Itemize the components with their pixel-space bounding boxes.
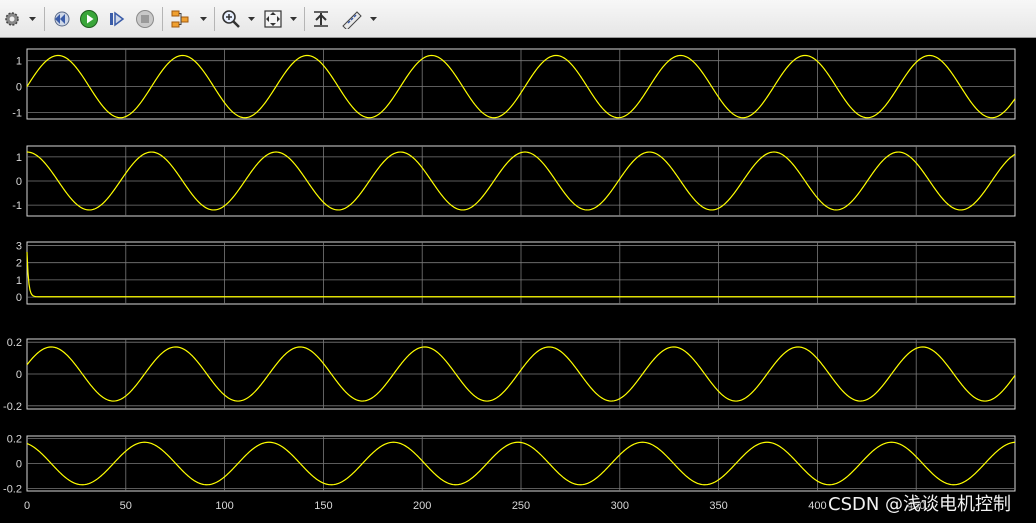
statistics-dropdown-arrow-icon[interactable] xyxy=(369,12,378,26)
settings-dropdown-arrow-icon[interactable] xyxy=(28,12,37,26)
y-tick-label: 0 xyxy=(16,369,22,381)
x-tick-label: 350 xyxy=(709,500,727,512)
toolbar-separator xyxy=(214,7,215,31)
y-tick-label: 1 xyxy=(16,56,22,68)
toolbar-separator xyxy=(44,7,45,31)
stop-icon[interactable] xyxy=(134,6,156,32)
y-tick-label: 1 xyxy=(16,275,22,287)
zoom-dropdown-arrow-icon[interactable] xyxy=(247,12,256,26)
zoom-in-icon[interactable] xyxy=(220,6,242,32)
y-tick-label: -0.2 xyxy=(3,484,22,496)
toolbar-separator xyxy=(162,7,163,31)
x-tick-label: 400 xyxy=(808,500,826,512)
scope-toolbar xyxy=(0,0,1036,38)
settings-icon[interactable] xyxy=(2,6,22,32)
scope-axes[interactable]: 10-110-132100.20-0.20.20-0.20 50 100 150 200… xyxy=(0,38,1036,523)
highlight-dropdown-arrow-icon[interactable] xyxy=(199,12,208,26)
y-tick-label: 0.2 xyxy=(7,337,22,349)
step-forward-icon[interactable] xyxy=(106,6,128,32)
y-tick-label: 0 xyxy=(16,176,22,188)
signal-statistics-icon[interactable] xyxy=(340,6,364,32)
x-tick-label: 250 xyxy=(512,500,530,512)
x-tick-label: 150 xyxy=(314,500,332,512)
y-tick-label: -1 xyxy=(12,108,22,120)
cursor-measurements-icon[interactable] xyxy=(310,6,332,32)
y-tick-label: 0.2 xyxy=(7,434,22,446)
y-tick-label: -1 xyxy=(12,200,22,212)
zoom-fit-dropdown-arrow-icon[interactable] xyxy=(289,12,298,26)
x-tick-label: 300 xyxy=(611,500,629,512)
y-tick-label: 2 xyxy=(16,258,22,270)
x-tick-label: 50 xyxy=(120,500,132,512)
zoom-fit-icon[interactable] xyxy=(262,6,284,32)
y-tick-label: 0 xyxy=(16,82,22,94)
y-tick-label: 3 xyxy=(16,240,22,252)
scope-plot-area: 1 0 -1 1 0 -1 3 2 1 0 0.2 0 -0.2 0.2 0 -0.2 0 50 100 150 200… xyxy=(0,38,1036,523)
x-tick-label: 0 xyxy=(24,500,30,512)
x-tick-label: 100 xyxy=(215,500,233,512)
step-back-icon[interactable] xyxy=(50,6,72,32)
toolbar-separator xyxy=(304,7,305,31)
run-icon[interactable] xyxy=(78,6,100,32)
y-tick-label: 1 xyxy=(16,152,22,164)
watermark-text: CSDN @浅谈电机控制 xyxy=(828,494,1012,515)
y-tick-label: -0.2 xyxy=(3,401,22,413)
highlight-signal-icon[interactable] xyxy=(168,6,192,32)
y-tick-label: 0 xyxy=(16,459,22,471)
x-tick-label: 200 xyxy=(413,500,431,512)
y-tick-label: 0 xyxy=(16,292,22,304)
